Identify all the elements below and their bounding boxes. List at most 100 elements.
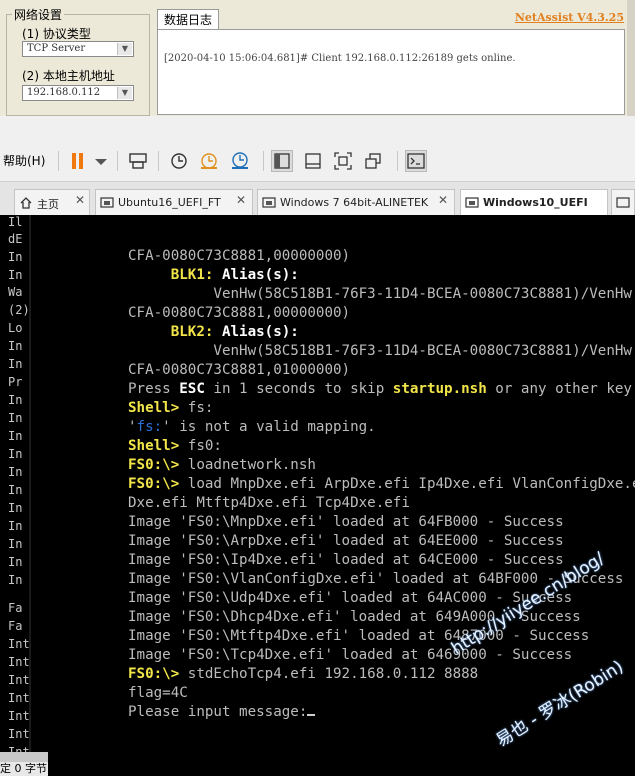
background-text-line: Int [8,637,30,651]
console-line: BLK1: Alias(s): [128,266,299,285]
snapshot-manager-icon[interactable] [229,150,251,172]
background-text-line: Int [8,691,30,705]
console-line: FS0:\> loadnetwork.nsh [128,456,316,475]
pause-icon[interactable] [67,150,89,172]
tab-windows7[interactable]: Windows 7 64bit-ALINETEK ✕ [257,189,455,216]
scrollbar[interactable] [0,752,48,762]
vm-icon [262,196,276,210]
tab-label: Windows10_UEFI [483,196,588,209]
app-brand[interactable]: NetAssist V4.3.25 [515,11,624,24]
console-line: Shell> fs: [128,399,213,418]
background-text-line: In [8,411,23,425]
console-text: Image 'FS0:\ArpDxe.efi' loaded at 64EE00… [128,533,564,549]
chevron-down-icon[interactable] [90,150,112,172]
console-text: CFA-0080C73C8881,00000000) [128,248,351,264]
background-text-line: Fa [8,619,23,633]
text-cursor [307,714,316,716]
background-text-line: In [8,537,23,551]
console-text: loadnetwork.nsh [179,457,316,473]
console-line: Image 'FS0:\Mtftp4Dxe.efi' loaded at 648… [128,627,589,646]
console-line: Please input message: [128,703,316,722]
close-icon[interactable]: ✕ [436,193,450,207]
toolbar-divider [158,151,159,171]
console-line: Image 'FS0:\MnpDxe.efi' loaded at 64FB00… [128,513,564,532]
background-text-line: In [8,268,23,282]
console-text: Image 'FS0:\MnpDxe.efi' loaded at 64FB00… [128,514,564,530]
console-text: fs0: [179,438,222,454]
console-view-icon[interactable] [405,150,427,172]
unity-icon[interactable] [362,150,384,172]
log-entry: [2020-04-10 15:06:04.681]# Client 192.16… [164,53,516,64]
status-text: 定 0 字节 [0,762,48,776]
background-text-line: Int [8,673,30,687]
tab-label: Windows 7 64bit-ALINETEK [280,196,429,209]
data-log-tab[interactable]: 数据日志 [157,9,219,30]
tab-windows10[interactable]: Windows10_UEFI [460,189,608,216]
console-text: or any other key to c [495,381,632,397]
console-line: VenHw(58C518B1-76F3-11D4-BCEA-0080C73C88… [128,285,635,304]
send-keys-icon[interactable] [127,150,149,172]
toolbar-divider [58,151,59,171]
background-window-strip: Il dE In In Wa (2) Lo In In Pr In In In In In In In In In I… [0,215,48,776]
background-text-line: In [8,447,23,461]
background-text-line: In [8,357,23,371]
console-line: BLK2: Alias(s): [128,323,299,342]
background-text-line: In [8,339,23,353]
sidebar-toggle-icon[interactable] [271,150,293,172]
protocol-select[interactable]: TCP Server ▼ [22,41,134,57]
console-text: Press [128,381,180,397]
console-text: BLK1: [170,267,214,283]
toolbar-divider [117,151,118,171]
console-text: VenHw(58C518B1-76F3-11D4-BCEA-0080C73C88… [128,286,635,302]
console-text: ' [128,419,137,435]
host-label: (2) 本地主机地址 [22,69,115,83]
vm-icon [616,196,630,210]
console-text: Alias(s): [213,267,299,283]
chevron-down-icon: ▼ [117,87,132,99]
vm-icon [100,196,114,210]
thumbnail-bar-icon[interactable] [302,150,324,172]
tab-home[interactable]: 主页 ✕ [14,189,90,216]
menu-help[interactable]: 帮助(H) [3,152,45,169]
background-text-line: In [8,393,23,407]
revert-snapshot-icon[interactable] [198,150,220,172]
background-text-line: Fa [8,601,23,615]
vm-icon [465,196,479,210]
vmware-toolbar: 帮助(H) [0,141,635,181]
toolbar-divider [263,151,264,171]
host-select[interactable]: 192.168.0.112 ▼ [22,85,134,101]
close-icon[interactable]: ✕ [234,193,248,207]
console-line: VenHw(58C518B1-76F3-11D4-BCEA-0080C73C88… [128,342,635,361]
console-text: startup.nsh [392,381,487,397]
data-log-area[interactable]: [2020-04-10 15:06:04.681]# Client 192.16… [157,29,625,115]
console-text: Shell> [128,438,180,454]
tab-label: Ubuntu16_UEFI_FT [118,196,221,209]
console-line: flag=4C [128,684,188,703]
console-line: Image 'FS0:\Ip4Dxe.efi' loaded at 64CE00… [128,551,564,570]
console-line: 'fs:' is not a valid mapping. [128,418,376,437]
console-line: FS0:\> stdEchoTcp4.efi 192.168.0.112 888… [128,665,478,684]
background-text-line: Pr [8,375,23,389]
console-text: ESC [179,381,205,397]
tab-ubuntu16[interactable]: Ubuntu16_UEFI_FT ✕ [95,189,253,216]
console-text: CFA-0080C73C8881,01000000) [128,362,351,378]
tab-overflow[interactable] [611,189,635,216]
scrollbar[interactable] [627,0,635,116]
home-icon [19,196,33,210]
background-text-line: In [8,555,23,569]
console-line: Shell> fs0: [128,437,222,456]
console-line: CFA-0080C73C8881,00000000) [128,247,350,266]
vm-tab-bar: 主页 ✕ Ubuntu16_UEFI_FT ✕ Windows 7 64bit-… [0,181,635,216]
close-icon[interactable]: ✕ [73,193,87,207]
snapshot-icon[interactable] [168,150,190,172]
console-text: Image 'FS0:\Udp4Dxe.efi' loaded at 64AC0… [128,590,573,606]
console-text: fs: [136,419,163,435]
console-line: Image 'FS0:\Tcp4Dxe.efi' loaded at 64690… [128,646,572,665]
background-text-line: Wa [8,285,23,299]
vm-console[interactable]: CFA-0080C73C8881,00000000) BLK1: Alias(s… [48,215,635,776]
background-text-line: Int [8,655,30,669]
fullscreen-icon[interactable] [332,150,354,172]
protocol-value: TCP Server [27,43,86,54]
